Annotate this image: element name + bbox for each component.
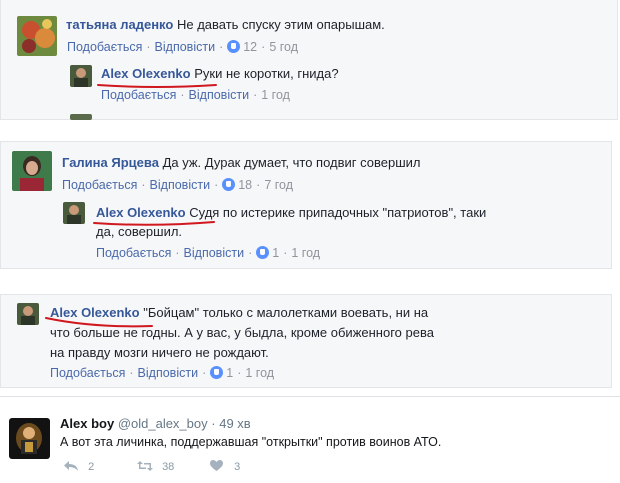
tweet-text: А вот эта личинка, поддержавшая "открытк… <box>60 435 442 449</box>
avatar[interactable] <box>12 151 52 191</box>
separator: · <box>248 246 253 260</box>
separator: · <box>214 178 219 192</box>
like-link[interactable]: Подобається <box>62 178 137 192</box>
divider <box>0 396 620 397</box>
like-count[interactable]: 12 <box>243 40 257 54</box>
reply-link[interactable]: Відповісти <box>150 178 211 192</box>
separator: · <box>253 88 258 102</box>
comment-text: Руки не коротки, гнида? <box>194 66 339 81</box>
comment-3-actions: Подобається · Відповісти · 1 · 1 год <box>50 366 274 380</box>
avatar-image <box>70 65 92 87</box>
like-count[interactable]: 18 <box>238 178 252 192</box>
avatar[interactable] <box>70 65 92 87</box>
separator: · <box>180 88 185 102</box>
comment-1-line: татьяна ладенко Не давать спуску этим оп… <box>66 17 385 32</box>
reply-action[interactable]: 2 <box>63 460 94 473</box>
comment-3-line-3: на правду мозги ничего не рождают. <box>50 345 269 360</box>
reply-link[interactable]: Відповісти <box>189 88 250 102</box>
like-badge-icon <box>210 366 224 379</box>
separator: · <box>129 366 134 380</box>
red-underline <box>93 221 215 226</box>
tweet-handle[interactable]: @old_alex_boy <box>118 416 208 431</box>
separator: · <box>256 178 261 192</box>
comment-1-actions: Подобається · Відповісти · 12 · 5 год <box>67 40 298 54</box>
separator: · <box>261 40 266 54</box>
like-badge-icon <box>256 246 270 259</box>
avatar[interactable] <box>17 303 39 325</box>
avatar <box>70 114 92 120</box>
comment-author[interactable]: Alex Olexenko <box>101 66 191 81</box>
like-link[interactable]: Подобається <box>67 40 142 54</box>
avatar[interactable] <box>63 202 85 224</box>
comment-2-actions: Подобається · Відповісти · 18 · 7 год <box>62 178 293 192</box>
like-badge-icon <box>227 40 241 53</box>
separator: · <box>175 246 180 260</box>
comment-author[interactable]: татьяна ладенко <box>66 17 173 32</box>
separator: · <box>283 246 288 260</box>
timestamp[interactable]: 1 год <box>245 366 274 380</box>
comment-author[interactable]: Alex Olexenko <box>96 205 186 220</box>
reply-count: 2 <box>88 461 95 473</box>
separator: · <box>202 366 207 380</box>
avatar-image <box>17 303 39 325</box>
comment-text: Да уж. Дурак думает, что подвиг совершил <box>162 155 421 170</box>
retweet-icon <box>137 461 153 471</box>
comment-text: "Бойцам" только с малолетками воевать, н… <box>143 305 429 320</box>
separator: · <box>141 178 146 192</box>
comment-text: Не давать спуску этим опарышам. <box>176 17 385 32</box>
like-action[interactable]: 3 <box>210 460 240 473</box>
reply-1-line: Alex Olexenko Руки не коротки, гнида? <box>101 66 339 81</box>
like-link[interactable]: Подобається <box>101 88 176 102</box>
comment-author[interactable]: Галина Ярцева <box>62 155 159 170</box>
retweet-count: 38 <box>162 461 175 473</box>
like-count: 3 <box>234 461 241 473</box>
timestamp[interactable]: 1 год <box>291 246 320 260</box>
reply-link[interactable]: Відповісти <box>138 366 199 380</box>
separator: · <box>146 40 151 54</box>
red-underline <box>45 317 153 328</box>
tweet-time[interactable]: 49 хв <box>219 416 250 431</box>
separator: · <box>237 366 242 380</box>
reply-2-line: Alex Olexenko Судя по истерике припадочн… <box>96 205 486 220</box>
avatar[interactable] <box>17 16 57 56</box>
like-badge-icon <box>222 178 236 191</box>
retweet-action[interactable]: 38 <box>136 460 174 473</box>
tweet-avatar[interactable] <box>9 418 50 459</box>
comment-2-line: Галина Ярцева Да уж. Дурак думает, что п… <box>62 155 421 170</box>
timestamp[interactable]: 7 год <box>264 178 293 192</box>
comment-text: Судя по истерике припадочных "патриотов"… <box>189 205 487 220</box>
reply-arrow-icon <box>64 461 78 471</box>
heart-icon <box>210 460 223 471</box>
reply-2-actions: Подобається · Відповісти · 1 · 1 год <box>96 246 320 260</box>
tweet-author[interactable]: Alex boy <box>60 416 114 431</box>
tweet-header: Alex boy @old_alex_boy · 49 хв <box>60 416 251 431</box>
timestamp[interactable]: 5 год <box>269 40 298 54</box>
comment-text-cont: на правду мозги ничего не рождают. <box>50 345 269 360</box>
separator: · <box>219 40 224 54</box>
avatar-image <box>63 202 85 224</box>
reply-1-actions: Подобається · Відповісти · 1 год <box>101 88 290 102</box>
like-link[interactable]: Подобається <box>50 366 125 380</box>
tweet-dot: · <box>211 416 216 431</box>
avatar-image <box>12 151 52 191</box>
reply-link[interactable]: Відповісти <box>184 246 245 260</box>
avatar-image <box>9 418 50 459</box>
timestamp[interactable]: 1 год <box>261 88 290 102</box>
reply-link[interactable]: Відповісти <box>155 40 216 54</box>
avatar-image <box>17 16 57 56</box>
like-link[interactable]: Подобається <box>96 246 171 260</box>
